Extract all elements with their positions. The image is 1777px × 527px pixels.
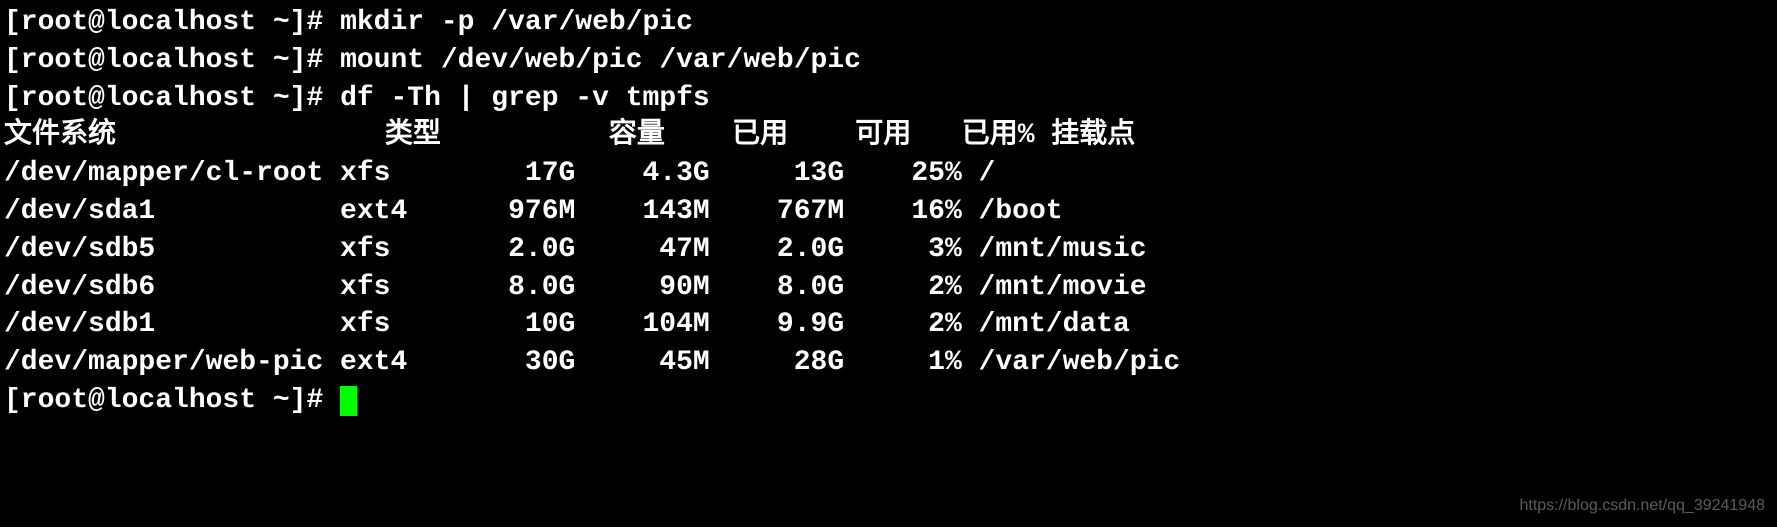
table-row: /dev/sdb6 xfs 8.0G 90M 8.0G 2% /mnt/movi… [4,269,1773,307]
table-row: /dev/mapper/cl-root xfs 17G 4.3G 13G 25%… [4,155,1773,193]
prompt: [root@localhost ~]# [4,83,340,114]
command-line-2: [root@localhost ~]# mount /dev/web/pic /… [4,42,1773,80]
prompt: [root@localhost ~]# [4,385,340,416]
command: mount /dev/web/pic /var/web/pic [340,45,861,76]
command: df -Th | grep -v tmpfs [340,83,710,114]
table-row: /dev/mapper/web-pic ext4 30G 45M 28G 1% … [4,344,1773,382]
table-row: /dev/sdb5 xfs 2.0G 47M 2.0G 3% /mnt/musi… [4,231,1773,269]
command-line-3: [root@localhost ~]# df -Th | grep -v tmp… [4,80,1773,118]
watermark-text: https://blog.csdn.net/qq_39241948 [1519,495,1765,517]
command-line-1: [root@localhost ~]# mkdir -p /var/web/pi… [4,4,1773,42]
table-row: /dev/sdb1 xfs 10G 104M 9.9G 2% /mnt/data [4,306,1773,344]
command: mkdir -p /var/web/pic [340,7,693,38]
cursor-block[interactable] [340,386,357,416]
df-header-row: 文件系统 类型 容量 已用 可用 已用% 挂载点 [4,117,1773,155]
table-row: /dev/sda1 ext4 976M 143M 767M 16% /boot [4,193,1773,231]
command-line-4: [root@localhost ~]# [4,382,1773,420]
prompt: [root@localhost ~]# [4,7,340,38]
prompt: [root@localhost ~]# [4,45,340,76]
